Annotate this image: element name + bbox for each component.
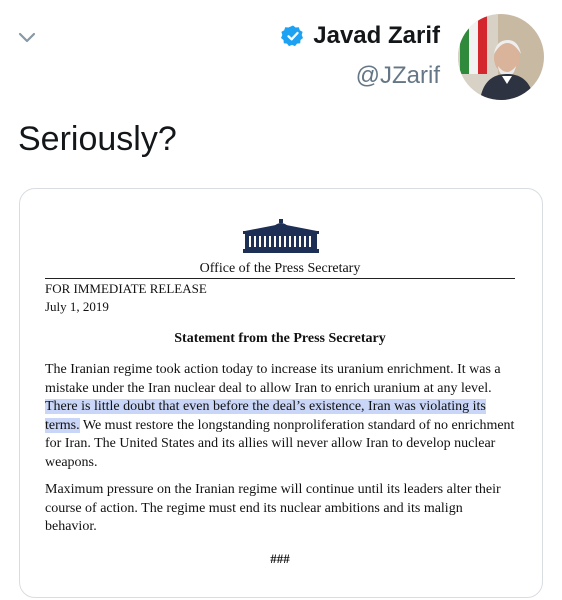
release-label: FOR IMMEDIATE RELEASE	[45, 281, 207, 296]
tweet-author[interactable]: Javad Zarif @JZarif	[281, 22, 440, 90]
display-name[interactable]: Javad Zarif	[313, 22, 440, 50]
white-house-logo-icon	[243, 219, 319, 253]
statement-paragraph-2: Maximum pressure on the Iranian regime w…	[45, 482, 501, 534]
attached-image-card[interactable]: Office of the Press Secretary FOR IMMEDI…	[19, 188, 543, 598]
avatar[interactable]	[458, 14, 544, 100]
heading-divider	[45, 278, 515, 279]
verified-badge-icon	[281, 25, 304, 47]
tweet-text: Seriously?	[18, 120, 177, 158]
paragraph-text: The Iranian regime took action today to …	[45, 362, 501, 396]
release-date: July 1, 2019	[45, 299, 109, 314]
user-handle[interactable]: @JZarif	[281, 62, 440, 90]
statement-paragraph-1: The Iranian regime took action today to …	[45, 361, 517, 472]
statement-title: Statement from the Press Secretary	[174, 331, 386, 346]
chevron-down-icon[interactable]	[16, 26, 38, 48]
end-marker: ###	[270, 551, 290, 566]
office-heading: Office of the Press Secretary	[199, 261, 361, 276]
paragraph-text: We must restore the longstanding nonprol…	[45, 417, 515, 470]
